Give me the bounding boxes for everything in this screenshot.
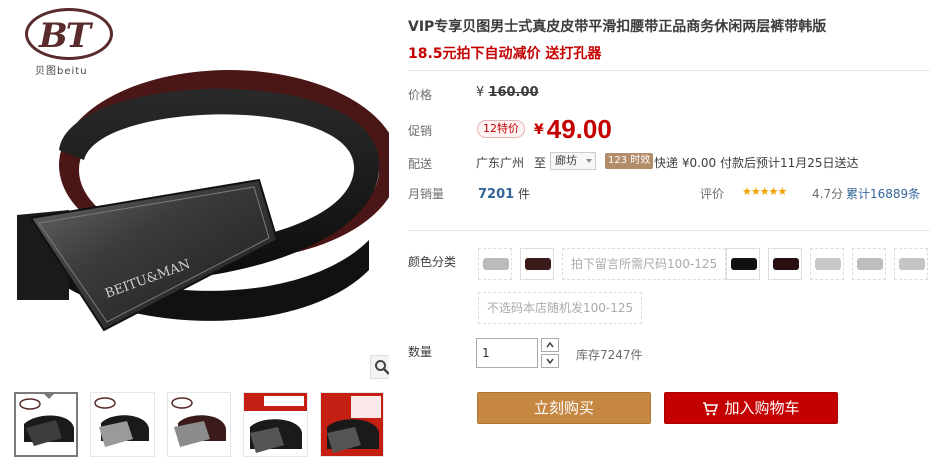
quantity-decrease-button[interactable]	[541, 354, 559, 368]
delivery-time-badge: 123 时效	[605, 153, 654, 169]
main-product-image[interactable]: BEITU&MAN BT 贝图beitu	[9, 0, 389, 380]
original-price-value: 160.00	[488, 85, 539, 100]
thumbnail-1[interactable]	[14, 392, 79, 457]
stock-count: 库存7247件	[576, 348, 643, 362]
sales-unit: 件	[518, 187, 531, 201]
currency-symbol: ¥	[534, 122, 544, 138]
review-count-link[interactable]: 累计16889条	[846, 185, 920, 202]
brand-logo: BT 贝图beitu	[21, 8, 121, 78]
rating-score: 4.7分	[812, 187, 844, 201]
thumbnail-5[interactable]	[319, 392, 384, 457]
promo-price-value: 49.00	[546, 114, 612, 144]
color-swatch-6[interactable]	[852, 248, 886, 280]
thumbnail-2[interactable]	[90, 392, 155, 457]
promo-badge: 12特价	[477, 120, 525, 138]
color-swatch-2[interactable]	[520, 248, 554, 280]
ship-destination-select[interactable]: 廊坊	[550, 152, 596, 170]
quantity-increase-button[interactable]	[541, 338, 559, 352]
product-gallery: BEITU&MAN BT 贝图beitu	[0, 0, 390, 469]
zoom-button[interactable]	[370, 355, 389, 379]
original-price: ¥ 160.00	[476, 85, 539, 100]
color-swatch-1[interactable]	[478, 248, 512, 280]
currency-symbol: ¥	[476, 85, 485, 100]
magnifier-icon	[375, 360, 389, 375]
ship-to-label: 至	[534, 156, 547, 170]
promo-price: ¥49.00	[534, 114, 612, 145]
color-swatch-7[interactable]	[894, 248, 928, 280]
product-subtitle: 18.5元拍下自动减价 送打孔器	[408, 46, 602, 62]
price-label: 价格	[408, 88, 433, 102]
chevron-up-icon	[546, 342, 554, 348]
divider	[408, 230, 930, 231]
color-swatch-3[interactable]	[726, 248, 760, 280]
rating-label: 评价	[700, 187, 725, 201]
product-info: VIP专享贝图男士式真皮皮带平滑扣腰带正品商务休闲两层裤带韩版 18.5元拍下自…	[400, 0, 930, 469]
promo-label: 促销	[408, 124, 433, 138]
divider	[408, 70, 930, 71]
chevron-down-icon	[546, 358, 554, 364]
shipping-info: 快递 ¥0.00 付款后预计11月25日送达	[654, 156, 859, 170]
product-title: VIP专享贝图男士式真皮皮带平滑扣腰带正品商务休闲两层裤带韩版	[408, 19, 827, 35]
color-swatch-5[interactable]	[810, 248, 844, 280]
monthly-sales-label: 月销量	[408, 187, 445, 201]
shipping-label: 配送	[408, 157, 433, 171]
add-to-cart-button[interactable]: 加入购物车	[664, 392, 838, 424]
thumbnail-4[interactable]	[243, 392, 308, 457]
brand-text: 贝图beitu	[35, 66, 88, 77]
brand-mark: BT	[39, 16, 91, 56]
color-swatch-4[interactable]	[768, 248, 802, 280]
quantity-label: 数量	[408, 345, 433, 359]
rating-stars: ★★★★★	[742, 185, 787, 198]
monthly-sales: 7201 件	[478, 185, 530, 202]
cart-icon	[703, 402, 719, 416]
color-option-label: 颜色分类	[408, 255, 457, 269]
chevron-down-icon	[586, 159, 592, 163]
quantity-input[interactable]: 1	[476, 338, 538, 368]
thumbnail-strip	[14, 392, 384, 462]
color-swatch-text-1[interactable]: 拍下留言所需尺码100-125	[562, 248, 727, 280]
buy-now-button[interactable]: 立刻购买	[477, 392, 651, 424]
sales-count: 7201	[478, 187, 515, 202]
thumbnail-3[interactable]	[166, 392, 232, 457]
ship-from: 广东广州	[476, 156, 525, 170]
add-to-cart-label: 加入购物车	[724, 399, 800, 417]
color-swatch-text-2[interactable]: 不选码本店随机发100-125	[478, 292, 643, 324]
ship-destination-value: 廊坊	[555, 154, 577, 167]
